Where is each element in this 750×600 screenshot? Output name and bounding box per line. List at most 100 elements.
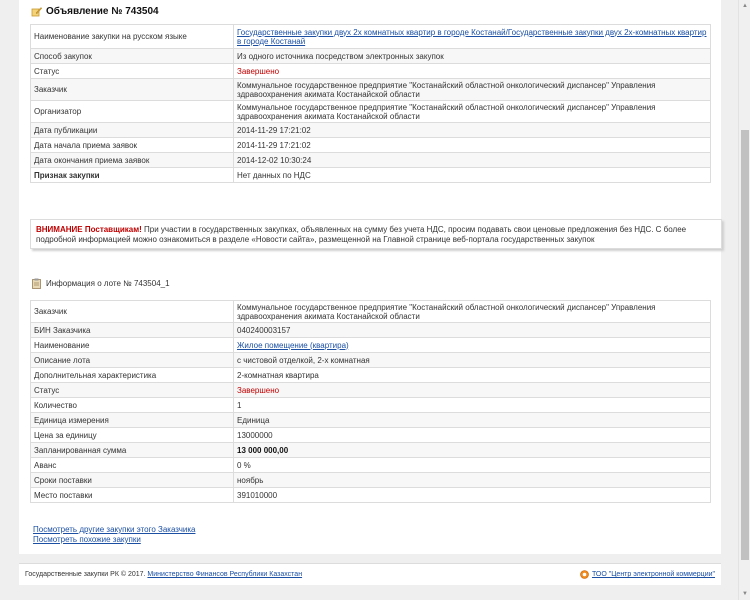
lot-value-cell: 1 xyxy=(233,397,711,413)
lot-row: Единица измерения Единица xyxy=(30,412,711,428)
announcement-value: 2014-12-02 10:30:24 xyxy=(237,155,312,165)
lot-row: Запланированная сумма 13 000 000,00 xyxy=(30,442,711,458)
ecommerce-center-link[interactable]: ТОО "Центр электронной коммерции" xyxy=(592,571,715,578)
lot-value: ноябрь xyxy=(237,475,264,485)
lot-value-cell: Коммунальное государственное предприятие… xyxy=(233,300,711,323)
lot-row: Цена за единицу 13000000 xyxy=(30,427,711,443)
announcement-label: Признак закупки xyxy=(30,167,234,183)
vertical-scrollbar[interactable]: ▲ ▼ xyxy=(738,0,750,600)
lot-row: Наименование Жилое помещение (квартира) xyxy=(30,337,711,353)
lot-label: Цена за единицу xyxy=(30,427,234,443)
lot-value-cell: 040240003157 xyxy=(233,322,711,338)
lot-row: Сроки поставки ноябрь xyxy=(30,472,711,488)
ecommerce-center-logo-icon xyxy=(580,570,589,579)
announcement-label: Статус xyxy=(30,63,234,79)
lot-title: Информация о лоте № 743504_1 xyxy=(46,278,170,288)
announcement-label: Способ закупок xyxy=(30,48,234,64)
announcement-value-cell: Коммунальное государственное предприятие… xyxy=(233,100,711,123)
scroll-up-arrow-icon[interactable]: ▲ xyxy=(739,0,750,12)
lot-value-cell: ноябрь xyxy=(233,472,711,488)
footer-right: ТОО "Центр электронной коммерции" xyxy=(580,570,715,579)
lot-table: Заказчик Коммунальное государственное пре… xyxy=(30,300,711,503)
announcement-value-cell: 2014-11-29 17:21:02 xyxy=(233,122,711,138)
announcement-label: Наименование закупки на русском языке xyxy=(30,24,234,49)
announcement-label: Заказчик xyxy=(30,78,234,101)
announcement-row: Организатор Коммунальное государственное … xyxy=(30,100,711,123)
lot-row: Аванс 0 % xyxy=(30,457,711,473)
announcement-value-cell: Государственные закупки двух 2х комнатны… xyxy=(233,24,711,49)
announcement-value: 2014-11-29 17:21:02 xyxy=(237,140,311,150)
scroll-thumb[interactable] xyxy=(741,130,749,560)
lot-row: Дополнительная характеристика 2-комнатная… xyxy=(30,367,711,383)
lot-header: Информация о лоте № 743504_1 xyxy=(32,277,170,289)
announcement-row: Способ закупок Из одного источника посред… xyxy=(30,48,711,64)
announcement-label: Дата окончания приема заявок xyxy=(30,152,234,168)
lot-value: 0 % xyxy=(237,460,251,470)
clipboard-icon xyxy=(32,278,41,289)
lot-value: 13 000 000,00 xyxy=(237,445,289,455)
announcement-value-cell: 2014-12-02 10:30:24 xyxy=(233,152,711,168)
announcement-row: Заказчик Коммунальное государственное пре… xyxy=(30,78,711,101)
lot-value: с чистовой отделкой, 2-х комнатная xyxy=(237,355,370,365)
lot-label: Описание лота xyxy=(30,352,234,368)
lot-value: Единица xyxy=(237,415,270,425)
announcement-value: Нет данных по НДС xyxy=(237,170,311,180)
lot-value: 2-комнатная квартира xyxy=(237,370,319,380)
announcement-value-cell: Коммунальное государственное предприятие… xyxy=(233,78,711,101)
announcement-value-cell: 2014-11-29 17:21:02 xyxy=(233,137,711,153)
lot-value-cell: 13000000 xyxy=(233,427,711,443)
lot-value-cell: с чистовой отделкой, 2-х комнатная xyxy=(233,352,711,368)
announcement-value: Из одного источника посредством электрон… xyxy=(237,51,444,61)
lot-label: Аванс xyxy=(30,457,234,473)
lot-value-cell: 0 % xyxy=(233,457,711,473)
announcement-row: Дата начала приема заявок 2014-11-29 17:2… xyxy=(30,137,711,153)
lot-label: БИН Заказчика xyxy=(30,322,234,338)
document-pencil-icon xyxy=(31,6,42,16)
lot-value-cell: 391010000 xyxy=(233,487,711,503)
supplier-warning: ВНИМАНИЕ Поставщикам! При участии в госу… xyxy=(30,219,722,249)
lot-label: Дополнительная характеристика xyxy=(30,367,234,383)
footer-copyright: Государственные закупки РК © 2017. xyxy=(25,571,146,578)
lot-value: 1 xyxy=(237,400,242,410)
main-content: Объявление № 743504 Наименование закупки… xyxy=(19,0,722,554)
announcement-value-link[interactable]: Государственные закупки двух 2х комнатны… xyxy=(237,28,706,46)
announcement-value-cell: Нет данных по НДС xyxy=(233,167,711,183)
lot-value-cell: Завершено xyxy=(233,382,711,398)
lot-row: Описание лота с чистовой отделкой, 2-х ко… xyxy=(30,352,711,368)
lot-label: Единица измерения xyxy=(30,412,234,428)
lot-row: Статус Завершено xyxy=(30,382,711,398)
warning-highlight: ВНИМАНИЕ Поставщикам! xyxy=(36,225,142,234)
announcement-value: Коммунальное государственное предприятие… xyxy=(237,102,656,121)
lot-value: 13000000 xyxy=(237,430,273,440)
lot-label: Заказчик xyxy=(30,300,234,323)
lot-value: Завершено xyxy=(237,385,280,395)
similar-purchases-link[interactable]: Посмотреть похожие закупки xyxy=(33,535,141,544)
announcement-row: Признак закупки Нет данных по НДС xyxy=(30,167,711,183)
announcement-value: 2014-11-29 17:21:02 xyxy=(237,125,311,135)
lot-label: Статус xyxy=(30,382,234,398)
lot-value-cell: Единица xyxy=(233,412,711,428)
announcement-value: Коммунальное государственное предприятие… xyxy=(237,80,656,99)
lot-row: БИН Заказчика 040240003157 xyxy=(30,322,711,338)
announcement-table: Наименование закупки на русском языке Гос… xyxy=(30,24,711,183)
footer: Государственные закупки РК © 2017. Минис… xyxy=(19,563,721,585)
lot-label: Наименование xyxy=(30,337,234,353)
lot-row: Количество 1 xyxy=(30,397,711,413)
lot-label: Сроки поставки xyxy=(30,472,234,488)
announcement-header: Объявление № 743504 xyxy=(31,4,159,18)
lot-label: Запланированная сумма xyxy=(30,442,234,458)
lot-label: Место поставки xyxy=(30,487,234,503)
lot-value-link[interactable]: Жилое помещение (квартира) xyxy=(237,341,349,350)
other-purchases-link[interactable]: Посмотреть другие закупки этого Заказчик… xyxy=(33,525,195,534)
announcement-row: Статус Завершено xyxy=(30,63,711,79)
announcement-row: Наименование закупки на русском языке Гос… xyxy=(30,24,711,49)
announcement-row: Дата окончания приема заявок 2014-12-02 1… xyxy=(30,152,711,168)
lot-value: 040240003157 xyxy=(237,325,291,335)
announcement-label: Организатор xyxy=(30,100,234,123)
page-title: Объявление № 743504 xyxy=(46,5,159,17)
lot-row: Заказчик Коммунальное государственное пре… xyxy=(30,300,711,323)
ministry-link[interactable]: Министерство Финансов Республики Казахст… xyxy=(147,571,302,578)
announcement-row: Дата публикации 2014-11-29 17:21:02 xyxy=(30,122,711,138)
scroll-down-arrow-icon[interactable]: ▼ xyxy=(739,588,750,600)
announcement-label: Дата публикации xyxy=(30,122,234,138)
